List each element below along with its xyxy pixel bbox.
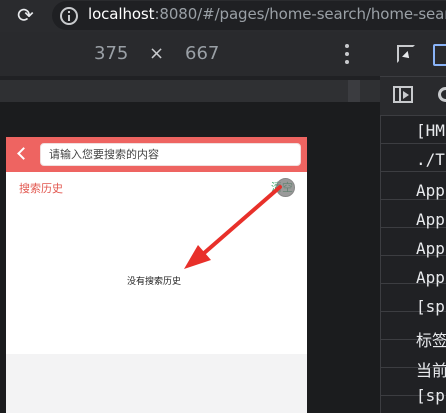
console-message: [sp	[416, 386, 445, 405]
console-message: App	[416, 210, 445, 229]
dimension-separator: ×	[149, 43, 165, 64]
url-text[interactable]: localhost:8080/#/pages/home-search/home-…	[88, 5, 446, 23]
mouse-cursor-indicator	[276, 178, 295, 197]
console-message: App	[416, 181, 445, 200]
search-box[interactable]	[40, 143, 301, 166]
device-width-field[interactable]: 375	[94, 43, 128, 64]
inspect-element-icon[interactable]	[397, 45, 415, 63]
console-message: [HM	[416, 121, 445, 140]
search-navbar	[6, 137, 307, 172]
sidebar-toggle-icon[interactable]	[393, 86, 413, 103]
console-message: ./T	[416, 150, 445, 169]
console-message: 当前	[416, 361, 446, 380]
console-message: App	[416, 268, 445, 287]
url-path: :8080/#/pages/home-search/home-search	[154, 5, 446, 23]
console-message: 标签	[416, 331, 446, 350]
console-toolbar	[380, 76, 446, 116]
device-height-field[interactable]: 667	[185, 43, 219, 64]
url-host: localhost	[88, 5, 155, 23]
console-message: [sp	[416, 297, 445, 316]
search-input[interactable]	[41, 144, 300, 165]
site-info-icon[interactable]	[60, 7, 78, 25]
empty-history-text: 没有搜索历史	[127, 277, 182, 287]
reload-icon[interactable]: ⟳	[17, 4, 39, 26]
settings-icon[interactable]	[438, 87, 446, 102]
media-query-bar	[0, 80, 380, 102]
phone-screen: 搜索历史 清空 没有搜索历史	[6, 137, 307, 413]
more-options-icon[interactable]	[344, 44, 350, 66]
page-bottom-area	[6, 354, 307, 413]
history-title: 搜索历史	[19, 182, 63, 195]
device-toggle-icon[interactable]	[433, 44, 446, 66]
back-arrow-icon[interactable]	[16, 146, 28, 162]
console-message: App	[416, 239, 445, 258]
